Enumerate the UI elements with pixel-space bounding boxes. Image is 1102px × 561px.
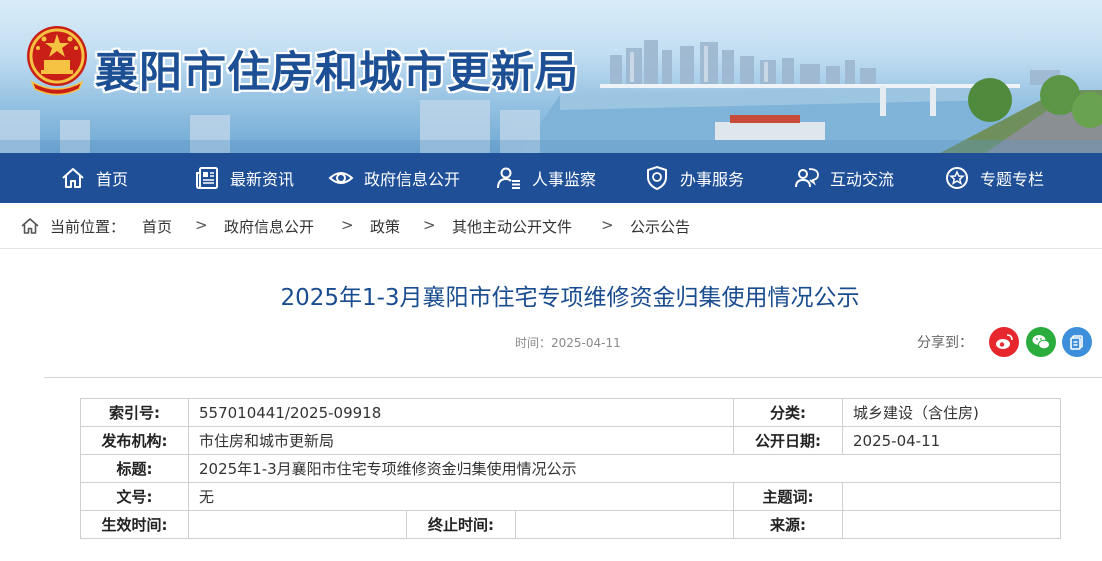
person-list-icon [497,167,520,189]
breadcrumb: 当前位置： 首页 > 政府信息公开 > 政策 > 其他主动公开文件 > 公示公告 [0,203,1102,249]
breadcrumb-separator: > [601,216,614,234]
nav-item-label: 首页 [96,170,129,189]
breadcrumb-separator: > [423,216,436,234]
nav-item-interaction[interactable]: 互动交流 [794,153,894,203]
keyword-label: 主题词: [733,482,843,511]
main-nav: 首页 最新资讯 政府信息公开 人事监察 办事服务 互动交流 专题专栏 [0,153,1102,203]
breadcrumb-link-other-files[interactable]: 其他主动公开文件 [452,216,572,237]
breadcrumb-link-announcements[interactable]: 公示公告 [630,216,690,237]
qzone-icon [1070,335,1083,350]
nav-item-label: 互动交流 [830,170,895,189]
category-label: 分类: [733,398,843,427]
nav-item-label: 政府信息公开 [364,170,461,189]
document-info-table: 索引号: 557010441/2025-09918 分类: 城乡建设（含住房) … [80,398,1061,539]
effective-time-label: 生效时间: [80,510,189,539]
keyword-value [842,482,1061,511]
publisher-value: 市住房和城市更新局 [188,426,734,455]
publish-time: 时间：2025-04-11 [515,336,621,350]
weibo-icon [996,334,1013,349]
eye-icon [328,172,354,184]
nav-item-label: 专题专栏 [980,170,1045,189]
nav-item-latest-news[interactable]: 最新资讯 [194,153,294,203]
breadcrumb-label: 当前位置： [50,218,126,236]
nav-item-personnel[interactable]: 人事监察 [496,153,596,203]
index-value: 557010441/2025-09918 [188,398,734,427]
home-icon [62,168,84,188]
table-row: 生效时间: 终止时间: 来源: [80,510,1061,539]
effective-time-value [188,510,407,539]
nav-item-special-topics[interactable]: 专题专栏 [944,153,1044,203]
site-title: 襄阳市住房和城市更新局 [95,48,579,98]
share-qzone-button[interactable] [1062,327,1092,357]
breadcrumb-link-home[interactable]: 首页 [142,216,172,237]
nav-item-gov-info[interactable]: 政府信息公开 [328,153,460,203]
article-title: 2025年1-3月襄阳市住宅专项维修资金归集使用情况公示 [280,285,860,311]
nav-item-label: 最新资讯 [230,170,295,189]
source-label: 来源: [733,510,843,539]
nav-item-label: 办事服务 [680,170,745,189]
category-value: 城乡建设（含住房) [842,398,1061,427]
shield-icon [647,165,667,191]
source-value [842,510,1061,539]
share-label: 分享到： [917,335,973,351]
title-value: 2025年1-3月襄阳市住宅专项维修资金归集使用情况公示 [188,454,1061,483]
breadcrumb-separator: > [195,216,208,234]
title-label: 标题: [80,454,189,483]
doc-number-label: 文号: [80,482,189,511]
star-badge-icon [946,167,968,189]
breadcrumb-separator: > [341,216,354,234]
publish-date-value: 2025-04-11 [842,426,1061,455]
share-weibo-button[interactable] [989,327,1019,357]
index-label: 索引号: [80,398,189,427]
wechat-icon [1032,335,1050,350]
breadcrumb-link-policy[interactable]: 政策 [370,216,400,237]
site-banner: 襄阳市住房和城市更新局 [0,0,1102,153]
home-icon [21,218,39,234]
national-emblem-icon [27,26,87,96]
divider [44,377,1102,378]
doc-number-value: 无 [188,482,734,511]
nav-item-services[interactable]: 办事服务 [644,153,744,203]
publisher-label: 发布机构: [80,426,189,455]
nav-item-label: 人事监察 [532,170,597,189]
table-row: 发布机构: 市住房和城市更新局 公开日期: 2025-04-11 [80,426,1061,455]
expire-time-label: 终止时间: [406,510,516,539]
nav-item-home[interactable]: 首页 [60,153,128,203]
table-row: 文号: 无 主题词: [80,482,1061,511]
table-row: 标题: 2025年1-3月襄阳市住宅专项维修资金归集使用情况公示 [80,454,1061,483]
newspaper-icon [196,167,218,189]
people-chat-icon [795,168,819,188]
table-row: 索引号: 557010441/2025-09918 分类: 城乡建设（含住房) [80,398,1061,427]
share-wechat-button[interactable] [1026,327,1056,357]
expire-time-value [515,510,734,539]
publish-date-label: 公开日期: [733,426,843,455]
breadcrumb-link-gov-info[interactable]: 政府信息公开 [224,216,314,237]
